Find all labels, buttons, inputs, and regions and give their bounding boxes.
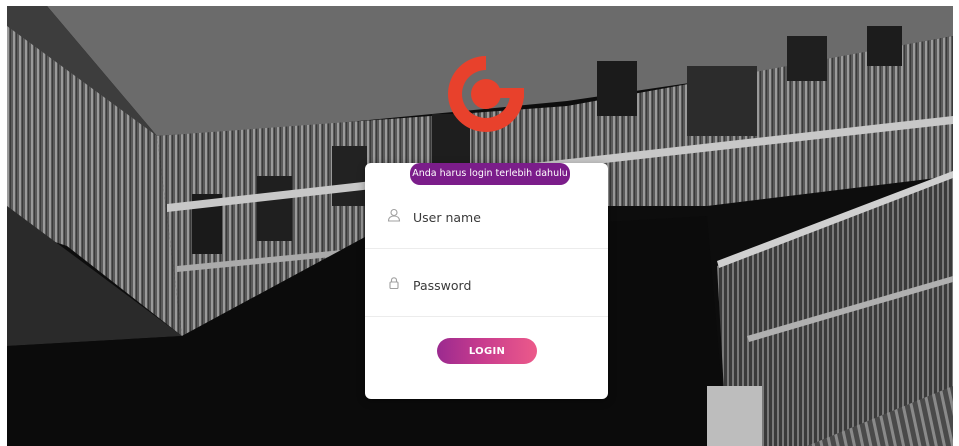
password-row: [365, 275, 608, 331]
login-required-alert: Anda harus login terlebih dahulu: [410, 163, 570, 185]
divider: [365, 248, 608, 249]
lock-icon: [387, 275, 401, 290]
login-button[interactable]: LOGIN: [437, 338, 537, 364]
brand-logo-icon: [440, 50, 532, 136]
divider: [365, 316, 608, 317]
username-input[interactable]: [413, 207, 583, 227]
user-icon: [387, 207, 401, 222]
username-row: [365, 207, 608, 263]
login-screen: Anda harus login terlebih dahulu LOGIN: [0, 0, 959, 446]
password-input[interactable]: [413, 275, 583, 295]
